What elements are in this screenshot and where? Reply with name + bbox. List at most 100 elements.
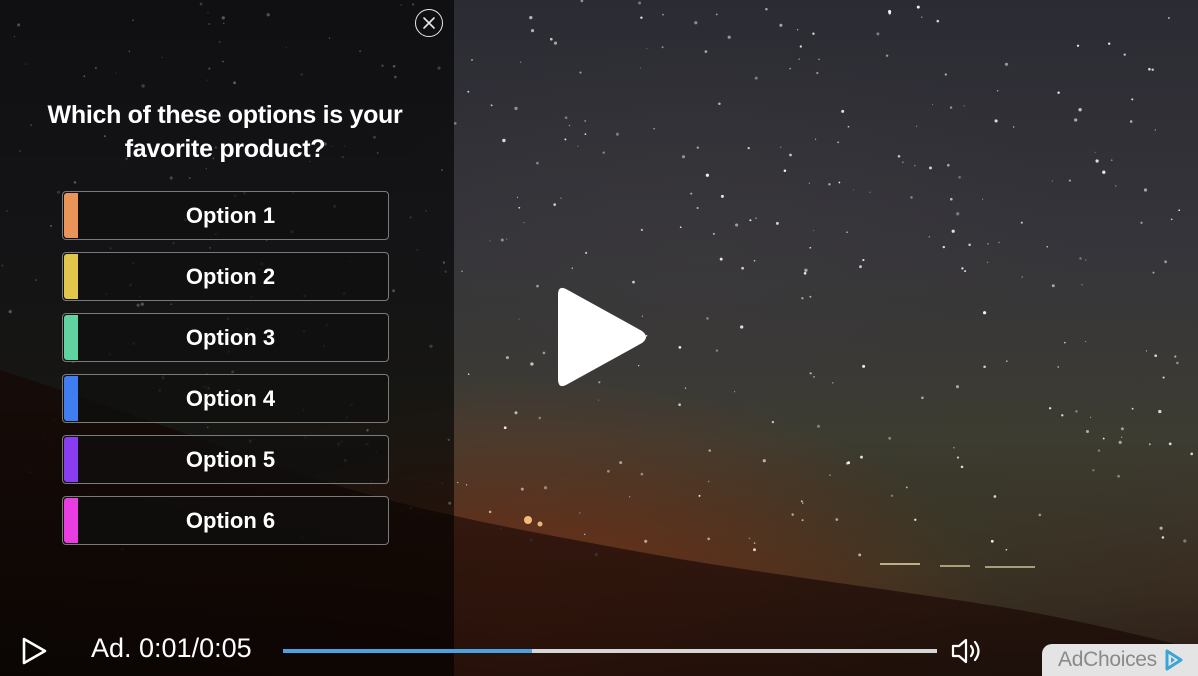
star	[1121, 436, 1123, 438]
star	[775, 221, 779, 225]
star	[949, 106, 953, 109]
star	[804, 268, 808, 272]
star	[747, 146, 750, 150]
adchoices-button[interactable]: AdChoices	[1042, 644, 1198, 676]
star	[549, 37, 553, 41]
star	[583, 533, 586, 536]
star	[1123, 53, 1126, 56]
star	[696, 146, 699, 149]
poll-option-label: Option 5	[185, 446, 276, 472]
star	[615, 132, 619, 136]
star	[901, 161, 904, 164]
progress-bar[interactable]	[283, 649, 937, 653]
star	[457, 482, 459, 484]
star	[718, 102, 721, 106]
star	[519, 61, 522, 63]
star	[860, 455, 863, 459]
star	[579, 71, 582, 74]
star	[783, 169, 787, 172]
star	[571, 267, 573, 269]
star	[1131, 98, 1134, 101]
poll-option-4[interactable]: Option 4	[62, 374, 389, 423]
poll-option-2[interactable]: Option 2	[62, 252, 389, 301]
star	[720, 194, 724, 198]
star	[942, 245, 946, 249]
star	[888, 436, 892, 440]
star	[983, 365, 986, 369]
poll-option-5[interactable]: Option 5	[62, 435, 389, 484]
star	[1074, 118, 1078, 122]
star	[1068, 179, 1071, 182]
star	[987, 261, 989, 263]
star	[956, 456, 960, 459]
star	[956, 212, 960, 216]
progress-bar-fill	[283, 649, 532, 653]
star	[1076, 44, 1080, 47]
star	[813, 376, 815, 378]
star	[580, 0, 584, 3]
star	[553, 203, 557, 206]
star	[1057, 91, 1060, 94]
star	[953, 446, 955, 449]
star	[1086, 430, 1089, 433]
star	[1097, 449, 1101, 452]
star	[553, 41, 558, 45]
star	[740, 325, 744, 329]
star	[1154, 129, 1156, 131]
play-button[interactable]	[20, 636, 48, 666]
option-color-swatch	[64, 376, 78, 421]
star	[1057, 365, 1060, 368]
star	[505, 356, 509, 360]
star	[1051, 284, 1055, 288]
star	[809, 372, 812, 375]
star	[921, 16, 923, 18]
close-button[interactable]	[415, 9, 443, 37]
poll-option-3[interactable]: Option 3	[62, 313, 389, 362]
poll-option-6[interactable]: Option 6	[62, 496, 389, 545]
star	[1168, 442, 1172, 446]
video-ad-player: Which of these options is your favorite …	[0, 0, 1198, 676]
star	[1183, 539, 1187, 543]
star	[996, 90, 999, 92]
star	[910, 196, 913, 199]
star	[831, 381, 834, 384]
star	[796, 29, 799, 31]
star	[765, 7, 768, 11]
option-color-swatch	[64, 315, 78, 360]
star	[789, 153, 792, 157]
star	[963, 105, 965, 107]
star	[753, 542, 756, 544]
big-play-button[interactable]	[556, 283, 648, 391]
star	[499, 527, 503, 530]
star	[467, 90, 470, 93]
star	[518, 206, 521, 209]
option-color-swatch	[64, 254, 78, 299]
star	[915, 125, 918, 127]
star	[897, 155, 901, 158]
option-color-swatch	[64, 437, 78, 482]
star	[1081, 283, 1083, 286]
star	[1158, 409, 1162, 414]
star	[706, 317, 709, 320]
star	[800, 500, 803, 503]
star	[936, 19, 940, 23]
star	[1174, 355, 1177, 358]
star	[753, 259, 756, 262]
star	[812, 32, 815, 35]
star	[465, 484, 468, 486]
star	[916, 5, 920, 9]
star	[888, 11, 891, 15]
star	[715, 349, 719, 352]
star	[968, 243, 971, 247]
poll-option-1[interactable]: Option 1	[62, 191, 389, 240]
star	[708, 449, 711, 452]
ad-time-display: Ad. 0:01/0:05	[91, 633, 252, 663]
star	[809, 295, 812, 298]
star	[993, 495, 997, 498]
star	[564, 138, 567, 141]
star	[640, 228, 644, 232]
volume-button[interactable]	[950, 636, 986, 666]
star	[914, 518, 917, 521]
star	[951, 229, 955, 233]
star	[735, 223, 739, 227]
